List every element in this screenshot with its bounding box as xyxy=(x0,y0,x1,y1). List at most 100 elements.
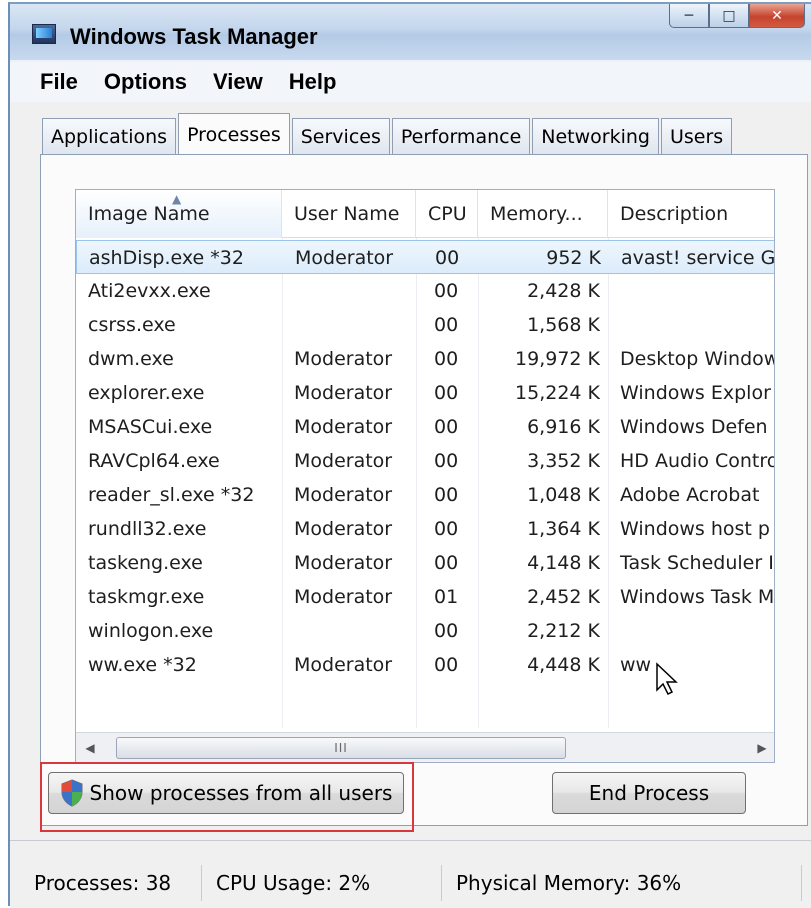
table-row[interactable]: dwm.exe Moderator 00 19,972 K Desktop Window xyxy=(76,342,775,376)
cell-description xyxy=(620,308,774,342)
cell-user-name xyxy=(294,274,414,308)
title-bar[interactable]: Windows Task Manager ─ □ ✕ xyxy=(10,4,811,60)
status-processes: Processes: 38 xyxy=(20,865,202,901)
minimize-button[interactable]: ─ xyxy=(669,4,709,28)
cell-cpu: 00 xyxy=(434,620,459,642)
cell-memory: 19,972 K xyxy=(515,348,600,370)
cell-user-name xyxy=(294,614,414,648)
scroll-left-icon: ◀ xyxy=(85,741,95,755)
cell-cpu: 00 xyxy=(434,280,459,302)
cell-user-name: Moderator xyxy=(294,586,393,608)
cell-cpu: 00 xyxy=(434,450,459,472)
cell-cpu: 00 xyxy=(434,552,459,574)
scroll-right-button[interactable]: ▶ xyxy=(748,733,774,762)
table-row[interactable]: explorer.exe Moderator 00 15,224 K Windows E… xyxy=(76,376,774,410)
cell-image-name: winlogon.exe xyxy=(88,620,214,642)
cell-memory: 1,568 K xyxy=(527,314,600,336)
scroll-right-icon: ▶ xyxy=(757,741,767,755)
cell-description: Desktop Window xyxy=(620,348,775,370)
cell-description xyxy=(620,614,774,648)
table-row[interactable]: winlogon.exe 00 2,212 K xyxy=(76,614,774,648)
column-label: Description xyxy=(620,203,729,225)
mouse-cursor-icon xyxy=(656,662,678,696)
window-title: Windows Task Manager xyxy=(70,24,318,49)
show-all-users-button[interactable]: Show processes from all users xyxy=(48,772,404,814)
table-row[interactable]: rundll32.exe Moderator 00 1,364 K Windows ho… xyxy=(76,512,774,546)
cell-description: Windows host p xyxy=(620,518,770,540)
menu-options[interactable]: Options xyxy=(104,69,187,95)
table-row[interactable]: reader_sl.exe *32 Moderator 00 1,048 K Adobe… xyxy=(76,478,774,512)
cell-cpu: 00 xyxy=(434,654,459,676)
column-header-row: ▲ Image Name User Name CPU Memory... Des… xyxy=(76,190,774,238)
cell-description: Windows Explor xyxy=(620,382,771,404)
tab-processes[interactable]: Processes xyxy=(178,113,290,155)
cell-image-name: Ati2evxx.exe xyxy=(88,280,211,302)
menu-help[interactable]: Help xyxy=(289,69,337,95)
scroll-left-button[interactable]: ◀ xyxy=(76,733,104,762)
cell-cpu: 00 xyxy=(434,382,459,404)
cell-user-name xyxy=(294,308,414,342)
task-manager-app-icon xyxy=(32,24,56,44)
cell-description: Task Scheduler I xyxy=(620,552,774,574)
cell-memory: 4,448 K xyxy=(527,654,600,676)
column-header-description[interactable]: Description xyxy=(608,190,774,238)
tab-users[interactable]: Users xyxy=(660,118,733,154)
menu-file[interactable]: File xyxy=(10,69,78,95)
table-row[interactable]: MSASCui.exe Moderator 00 6,916 K Windows Def… xyxy=(76,410,774,444)
column-label: User Name xyxy=(294,203,400,225)
status-cpu-usage: CPU Usage: 2% xyxy=(202,865,442,901)
scrollbar-grip: III xyxy=(334,741,348,755)
column-label: Memory... xyxy=(490,203,583,225)
tab-services[interactable]: Services xyxy=(291,118,390,154)
show-all-users-label: Show processes from all users xyxy=(89,781,393,805)
cell-user-name: Moderator xyxy=(295,247,394,269)
cell-description: Windows Defen xyxy=(620,416,768,438)
table-row[interactable]: taskeng.exe Moderator 00 4,148 K Task Schedu… xyxy=(76,546,774,580)
cell-memory: 6,916 K xyxy=(527,416,600,438)
cell-image-name: dwm.exe xyxy=(88,348,174,370)
end-process-label: End Process xyxy=(588,781,710,805)
cell-description xyxy=(620,274,774,308)
column-header-cpu[interactable]: CPU xyxy=(416,190,478,238)
cell-memory: 4,148 K xyxy=(527,552,600,574)
column-header-user-name[interactable]: User Name xyxy=(282,190,416,238)
menu-view[interactable]: View xyxy=(213,69,263,95)
uac-shield-icon xyxy=(61,779,83,807)
table-row[interactable]: taskmgr.exe Moderator 01 2,452 K Windows Tas… xyxy=(76,580,774,614)
end-process-button[interactable]: End Process xyxy=(552,772,746,814)
minimize-icon: ─ xyxy=(684,7,694,24)
cell-image-name: reader_sl.exe *32 xyxy=(88,484,255,506)
cell-user-name: Moderator xyxy=(294,450,393,472)
scrollbar-thumb[interactable]: III xyxy=(116,737,566,759)
status-physical-memory: Physical Memory: 36% xyxy=(442,865,802,901)
table-row[interactable]: RAVCpl64.exe Moderator 00 3,352 K HD Audio C… xyxy=(76,444,775,478)
column-header-image-name[interactable]: ▲ Image Name xyxy=(76,190,282,238)
process-rows: ashDisp.exe *32 Moderator 00 952 K avast! se… xyxy=(76,240,775,682)
cell-memory: 3,352 K xyxy=(527,450,600,472)
cell-image-name: MSASCui.exe xyxy=(88,416,213,438)
cell-description: avast! service G xyxy=(621,247,775,269)
cell-image-name: explorer.exe xyxy=(88,382,205,404)
cell-memory: 2,212 K xyxy=(527,620,600,642)
cell-memory: 1,048 K xyxy=(527,484,600,506)
tab-strip: Applications Processes Services Performa… xyxy=(42,113,734,155)
task-manager-window: Windows Task Manager ─ □ ✕ File Options … xyxy=(8,2,811,908)
tab-applications[interactable]: Applications xyxy=(42,118,177,154)
table-row[interactable]: Ati2evxx.exe 00 2,428 K xyxy=(76,274,774,308)
cell-description: HD Audio Contro xyxy=(620,450,775,472)
horizontal-scrollbar[interactable]: ◀ III ▶ xyxy=(76,732,774,762)
content-area: Applications Processes Services Performa… xyxy=(10,102,811,840)
column-header-memory[interactable]: Memory... xyxy=(478,190,608,238)
cell-user-name: Moderator xyxy=(294,484,393,506)
cell-image-name: RAVCpl64.exe xyxy=(88,450,220,472)
table-row[interactable]: ashDisp.exe *32 Moderator 00 952 K avast! se… xyxy=(76,240,775,274)
tab-performance[interactable]: Performance xyxy=(391,118,531,154)
cell-cpu: 01 xyxy=(434,586,459,608)
table-row[interactable]: csrss.exe 00 1,568 K xyxy=(76,308,774,342)
cell-cpu: 00 xyxy=(434,484,459,506)
cell-user-name: Moderator xyxy=(294,382,393,404)
maximize-button[interactable]: □ xyxy=(709,4,749,28)
tab-networking[interactable]: Networking xyxy=(532,118,659,154)
status-bar: Processes: 38 CPU Usage: 2% Physical Mem… xyxy=(10,840,811,908)
close-button[interactable]: ✕ xyxy=(749,4,805,28)
